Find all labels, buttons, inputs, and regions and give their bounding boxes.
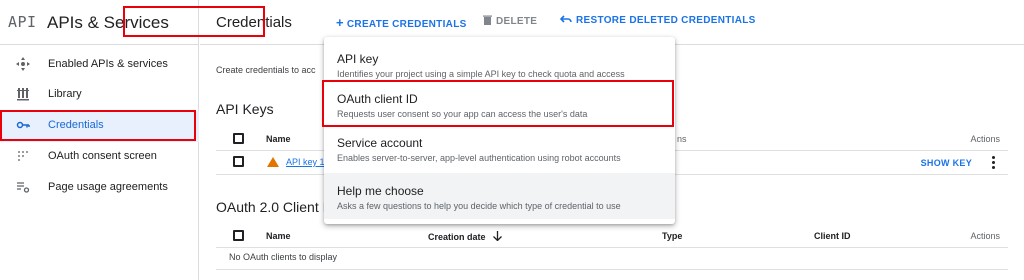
column-client-id[interactable]: Client ID <box>814 231 851 241</box>
menu-item-api-key[interactable]: API key Identifies your project using a … <box>324 42 675 82</box>
create-credentials-label: CREATE CREDENTIALS <box>346 19 467 30</box>
sidebar-item-label: Library <box>48 88 82 100</box>
sidebar-item-label: OAuth consent screen <box>48 150 157 162</box>
column-restrictions: ns <box>677 134 687 144</box>
column-actions: Actions <box>970 231 1000 241</box>
menu-item-description: Identifies your project using a simple A… <box>337 69 625 79</box>
column-name[interactable]: Name <box>266 231 291 241</box>
sidebar-item-enabled-apis[interactable]: Enabled APIs & services <box>0 50 199 81</box>
select-all-checkbox[interactable] <box>233 230 244 241</box>
column-name[interactable]: Name <box>266 134 291 144</box>
library-icon <box>16 87 30 101</box>
create-credentials-menu: API key Identifies your project using a … <box>324 37 675 224</box>
delete-label: DELETE <box>496 16 538 27</box>
create-credentials-button[interactable]: + CREATE CREDENTIALS <box>336 15 467 30</box>
show-key-button[interactable]: SHOW KEY <box>921 158 972 168</box>
oauth-client-id-highlight-box <box>322 80 674 127</box>
undo-icon <box>559 15 572 23</box>
plus-icon: + <box>336 15 344 30</box>
warning-icon <box>267 157 279 167</box>
sidebar-item-label: Enabled APIs & services <box>48 58 168 70</box>
sidebar-item-library[interactable]: Library <box>0 80 199 111</box>
restore-deleted-credentials-button[interactable]: RESTORE DELETED CREDENTIALS <box>559 15 756 26</box>
more-vert-icon[interactable] <box>992 156 996 170</box>
sidebar-item-page-usage[interactable]: Page usage agreements <box>0 173 199 204</box>
delete-button[interactable]: DELETE <box>483 15 537 27</box>
arrow-down-icon <box>493 231 502 242</box>
credentials-highlight-box <box>0 110 196 141</box>
select-all-checkbox[interactable] <box>233 133 244 144</box>
menu-item-description: Asks a few questions to help you decide … <box>337 201 621 211</box>
creation-date-label: Creation date <box>428 232 486 242</box>
create-credentials-highlight-box <box>123 6 265 37</box>
column-creation-date[interactable]: Creation date <box>428 231 502 242</box>
row-checkbox[interactable] <box>233 156 244 167</box>
restore-label: RESTORE DELETED CREDENTIALS <box>576 15 756 26</box>
menu-item-title: Help me choose <box>337 184 424 198</box>
sidebar-item-oauth-consent[interactable]: OAuth consent screen <box>0 142 199 173</box>
empty-state-text: No OAuth clients to display <box>229 252 338 262</box>
oauth-clients-title: OAuth 2.0 Client I <box>216 199 327 215</box>
page-description: Create credentials to acc <box>216 65 316 75</box>
menu-item-title: Service account <box>337 136 423 150</box>
settings-list-icon <box>16 180 30 194</box>
trash-icon <box>483 15 492 25</box>
api-key-link[interactable]: API key 1 <box>286 157 325 167</box>
consent-icon <box>16 149 30 163</box>
menu-item-help-me-choose[interactable]: Help me choose Asks a few questions to h… <box>324 173 675 219</box>
enabled-apis-icon <box>16 57 30 71</box>
api-keys-title: API Keys <box>216 101 274 117</box>
api-logo: API <box>8 13 37 31</box>
column-type[interactable]: Type <box>662 231 682 241</box>
oauth-table-header: Name Creation date Type Client ID Action… <box>216 224 1008 248</box>
menu-item-description: Enables server-to-server, app-level auth… <box>337 153 621 163</box>
menu-item-title: API key <box>337 52 379 66</box>
menu-item-service-account[interactable]: Service account Enables server-to-server… <box>324 126 675 166</box>
sidebar-item-label: Page usage agreements <box>48 181 168 193</box>
column-actions: Actions <box>970 134 1000 144</box>
